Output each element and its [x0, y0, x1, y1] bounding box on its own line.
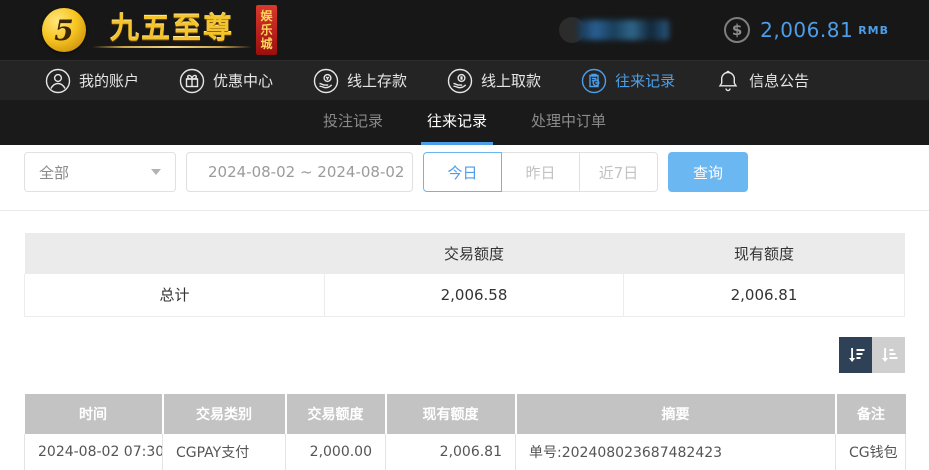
logo-95-icon: 5 [42, 8, 86, 52]
tab-transaction-records[interactable]: 往来记录 [420, 100, 493, 145]
col-header-current-amount: 现有额度 [385, 393, 517, 434]
search-button[interactable]: 查询 [668, 152, 748, 192]
cell-summary: 单号:202408023687482423 [515, 433, 836, 470]
currency-label: RMB [858, 23, 889, 37]
filter-row: 全部 2024-08-02 ~ 2024-08-02 今日 昨日 近7日 查询 [24, 145, 905, 192]
cell-current-amount: 2,006.81 [385, 433, 516, 470]
date-range-input[interactable]: 2024-08-02 ~ 2024-08-02 [186, 152, 413, 192]
user-icon [45, 68, 71, 93]
logo-flourish-divider [92, 45, 252, 48]
nav-label: 信息公告 [749, 72, 810, 90]
summary-total-row: 总计 2,006.58 2,006.81 [24, 274, 905, 317]
nav-item-announcements[interactable]: 信息公告 [715, 68, 809, 94]
withdraw-icon [447, 68, 473, 93]
nav-item-promotions[interactable]: 优惠中心 [179, 68, 273, 94]
nav-item-deposit[interactable]: 线上存款 [313, 68, 407, 94]
nav-label: 线上存款 [347, 72, 408, 90]
nav-item-withdraw[interactable]: 线上取款 [447, 68, 541, 94]
logo-text-block: 九五至尊 [92, 13, 252, 48]
main-content: 全部 2024-08-02 ~ 2024-08-02 今日 昨日 近7日 查询 … [0, 145, 929, 470]
sort-controls [24, 336, 905, 373]
summary-total-label: 总计 [24, 274, 325, 317]
sort-ascending-button[interactable] [872, 336, 905, 373]
summary-trade-amount-value: 2,006.58 [324, 274, 624, 317]
site-logo[interactable]: 5 九五至尊 娱乐城 [42, 5, 277, 55]
main-nav: 我的账户 优惠中心 线上存款 线上取款 往来记录 信息公告 [0, 60, 929, 100]
records-header-row: 时间 交易类别 交易额度 现有额度 摘要 备注 [24, 393, 906, 434]
records-table: 时间 交易类别 交易额度 现有额度 摘要 备注 2024-08-02 07:30… [24, 393, 906, 470]
summary-current-amount-value: 2,006.81 [623, 274, 905, 317]
summary-header-trade-amount: 交易额度 [324, 233, 624, 274]
logo-badge: 娱乐城 [256, 5, 277, 55]
top-bar: 5 九五至尊 娱乐城 $ 2,006.81 RMB [0, 0, 929, 60]
quick-btn-today[interactable]: 今日 [423, 152, 502, 192]
nav-label: 线上取款 [481, 72, 542, 90]
nav-label: 往来记录 [615, 72, 676, 90]
chevron-down-icon [151, 169, 161, 175]
col-header-type: 交易类别 [162, 393, 287, 434]
quick-btn-last7days[interactable]: 近7日 [579, 152, 658, 192]
records-icon [581, 68, 607, 93]
date-range-value: 2024-08-02 ~ 2024-08-02 [208, 163, 405, 181]
col-header-summary: 摘要 [515, 393, 837, 434]
nav-item-my-account[interactable]: 我的账户 [45, 68, 139, 94]
col-header-note: 备注 [835, 393, 906, 434]
sort-descending-icon [848, 347, 864, 362]
tab-bet-records[interactable]: 投注记录 [317, 100, 389, 145]
cell-time: 2024-08-02 07:30:06 [24, 433, 163, 470]
bell-icon [718, 70, 738, 91]
balance-display[interactable]: $ 2,006.81 RMB [724, 17, 889, 43]
nav-label: 我的账户 [79, 72, 140, 90]
cell-trade-amount: 2,000.00 [285, 433, 386, 470]
tab-pending-orders[interactable]: 处理中订单 [525, 100, 612, 145]
summary-table: 交易额度 现有额度 总计 2,006.58 2,006.81 [24, 233, 905, 317]
nav-label: 优惠中心 [213, 72, 274, 90]
dollar-coin-icon: $ [724, 17, 751, 43]
section-divider [0, 210, 929, 211]
deposit-icon [313, 68, 339, 93]
col-header-trade-amount: 交易额度 [285, 393, 387, 434]
nav-item-transactions[interactable]: 往来记录 [581, 68, 675, 94]
sub-tab-bar: 投注记录 往来记录 处理中订单 [0, 100, 929, 145]
col-header-time: 时间 [24, 393, 164, 434]
type-select-value: 全部 [39, 163, 70, 182]
summary-header-current-amount: 现有额度 [623, 233, 905, 274]
cell-type: CGPAY支付 [162, 433, 286, 470]
username-redacted[interactable] [577, 20, 670, 40]
type-select[interactable]: 全部 [24, 152, 176, 192]
logo-title: 九五至尊 [109, 10, 234, 45]
quick-btn-yesterday[interactable]: 昨日 [501, 152, 580, 192]
table-row: 2024-08-02 07:30:06 CGPAY支付 2,000.00 2,0… [24, 433, 906, 470]
balance-amount: 2,006.81 [760, 18, 854, 42]
quick-date-group: 今日 昨日 近7日 [423, 152, 658, 192]
gift-icon [179, 68, 205, 93]
summary-header-empty [24, 233, 325, 274]
cell-note: CG钱包 [835, 433, 906, 470]
sort-descending-button[interactable] [839, 336, 872, 373]
user-section: $ 2,006.81 RMB [559, 17, 889, 43]
sort-ascending-icon [881, 347, 897, 362]
